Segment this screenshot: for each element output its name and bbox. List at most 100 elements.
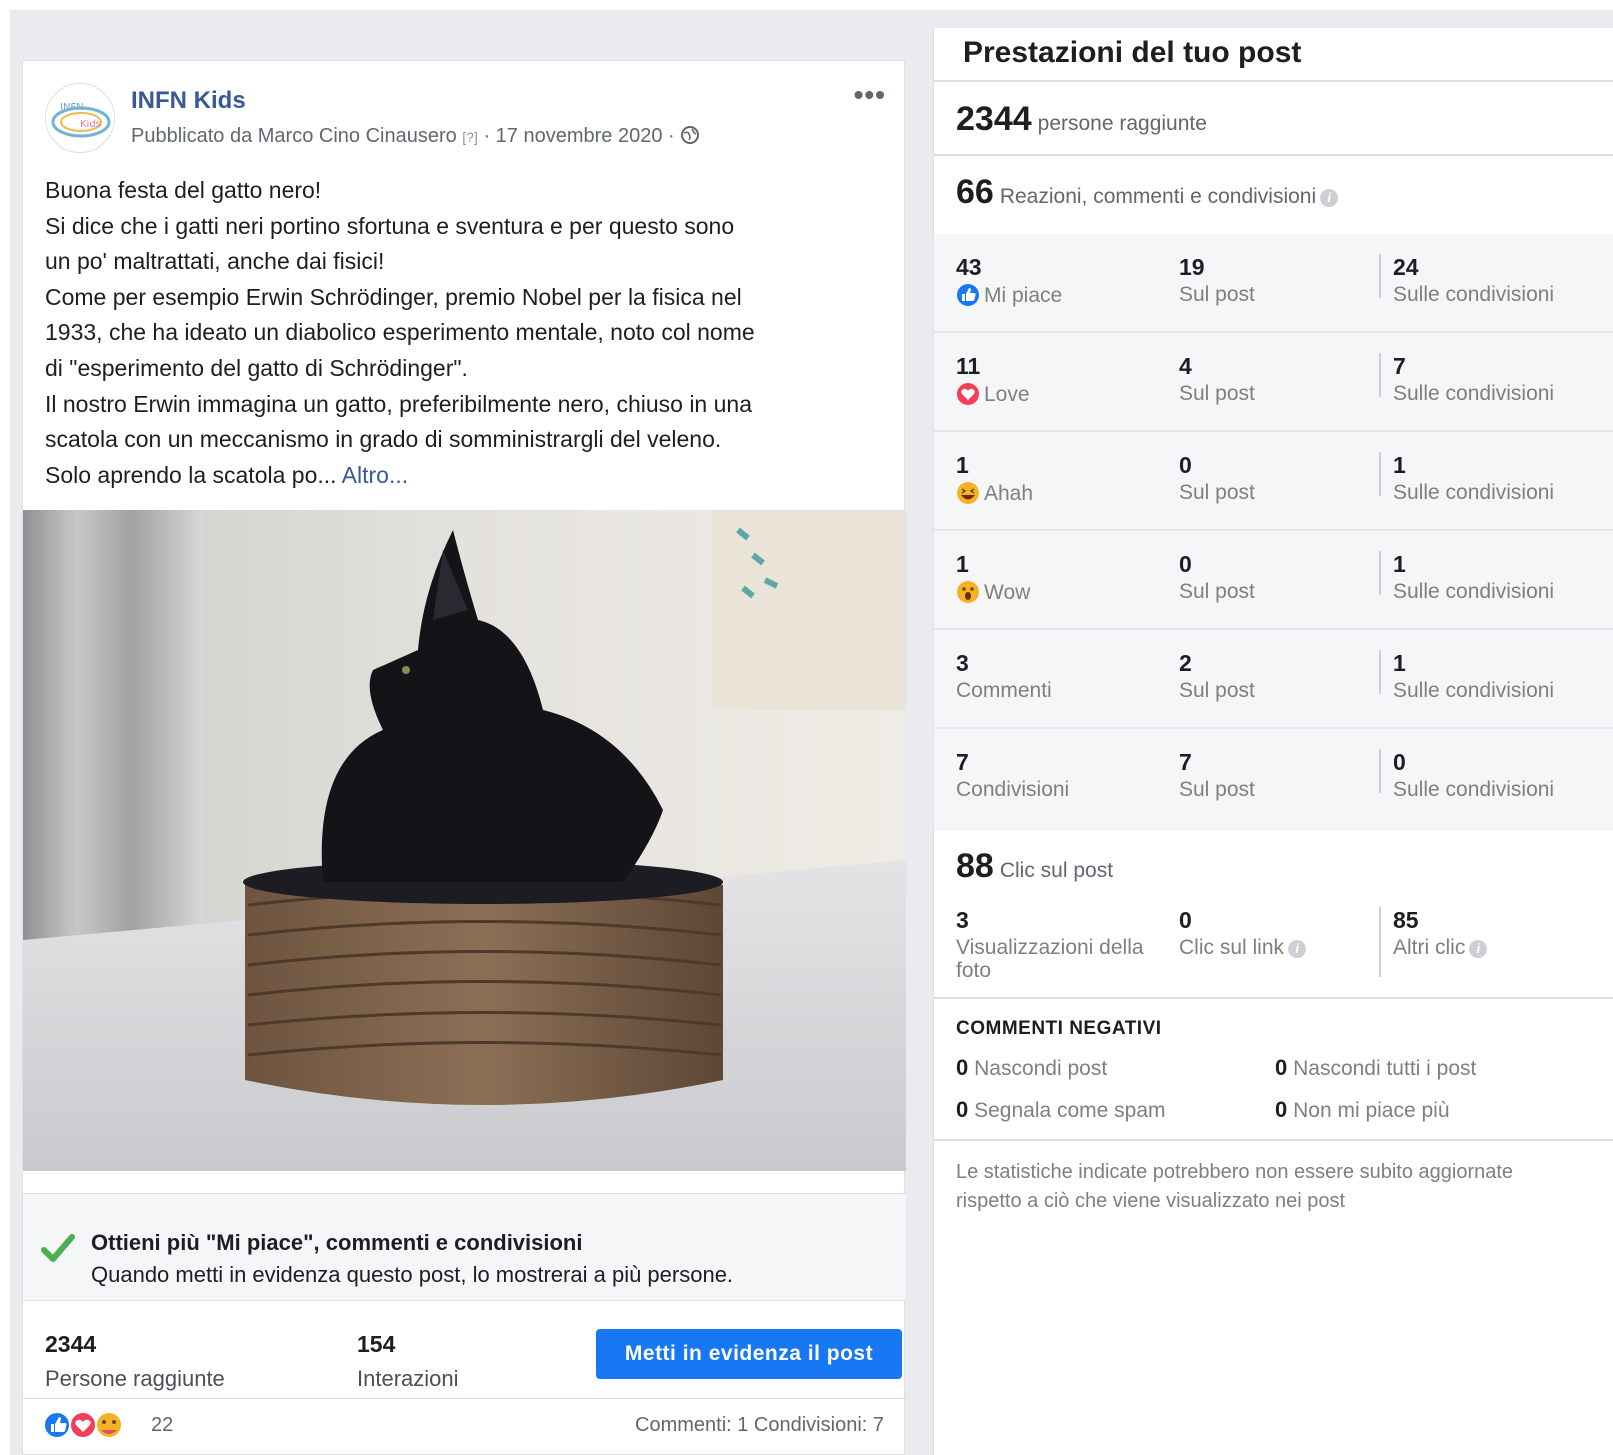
table-cell: 1 Sulle condivisioni [1379, 551, 1554, 603]
post-meta: Pubblicato da Marco Cino Cinausero [?] ·… [131, 125, 700, 148]
table-cell: 1 Sulle condivisioni [1379, 452, 1554, 504]
more-options-icon[interactable]: ••• [854, 81, 886, 109]
on-post-label: Sul post [1179, 778, 1255, 801]
link-clicks-value: 0 [1179, 907, 1192, 933]
other-clicks-label: Altri clic [1393, 936, 1466, 959]
table-cell: 0 Sul post [1179, 551, 1255, 604]
promo-title: Ottieni più "Mi piace", commenti e condi… [91, 1230, 583, 1255]
table-cell: 11 Love [956, 353, 1030, 407]
love-icon [957, 383, 979, 405]
post-date[interactable]: · 17 novembre 2020 · [483, 125, 674, 147]
divider [934, 154, 1613, 156]
on-post-label: Sul post [1179, 382, 1255, 405]
post-text-end: Solo aprendo la scatola po... [45, 461, 337, 488]
like-label: Mi piace [984, 284, 1063, 307]
hide-all-label: Nascondi tutti i post [1293, 1057, 1477, 1080]
black-cat-photo [23, 510, 906, 1171]
wow-label-cell: Wow [956, 580, 1030, 605]
info-icon[interactable]: i [1288, 940, 1307, 958]
other-clicks-label-cell: Altri clic i [1393, 936, 1488, 960]
comments-shares-count[interactable]: Commenti: 1 Condivisioni: 7 [635, 1414, 884, 1437]
clicks-summary: 88 Clic sul post [956, 847, 1113, 886]
svg-text:INFN: INFN [60, 102, 84, 113]
table-cell: 4 Sul post [1179, 353, 1255, 406]
table-row: 3 Commenti 2 Sul post 1 Sulle condivisio… [934, 630, 1613, 729]
spam-stat: 0 Segnala come spam [956, 1097, 1166, 1123]
other-clicks-stat: 85 Altri clic i [1379, 907, 1488, 977]
post-photo[interactable] [23, 510, 906, 1171]
wow-total: 1 [956, 551, 969, 577]
comments-on-shares: 1 [1393, 650, 1406, 676]
page-avatar[interactable]: INFN Kids [45, 83, 115, 153]
table-cell: 7 Condivisioni [956, 749, 1069, 802]
care-icon [95, 1411, 123, 1439]
divider [934, 1139, 1613, 1141]
other-clicks-value: 85 [1393, 907, 1419, 933]
post-text-line-last: Solo aprendo la scatola po... Altro... [45, 458, 885, 494]
love-label-cell: Love [956, 382, 1030, 407]
engagement-label: Reazioni, commenti e condivisioni [999, 185, 1317, 208]
post-text-line: di "esperimento del gatto di Schrödinger… [45, 354, 468, 381]
unlike-value: 0 [1275, 1097, 1288, 1122]
post-clicks-section: 88 Clic sul post 3 Visualizzazioni della f… [934, 831, 1613, 997]
spam-value: 0 [956, 1097, 969, 1122]
photo-views-label-line1: Visualizzazioni della [956, 936, 1144, 959]
reached-summary: 2344 persone raggiunte [956, 100, 1207, 139]
negative-feedback-title: COMMENTI NEGATIVI [956, 1018, 1162, 1039]
table-cell: 0 Sul post [1179, 452, 1255, 505]
promo-subtitle: Quando metti in evidenza questo post, lo… [91, 1262, 734, 1287]
table-row: 11 Love 4 Sul post 7 Sulle condivisioni [934, 333, 1613, 432]
table-cell: 0 Sulle condivisioni [1379, 749, 1554, 801]
haha-label: Ahah [984, 482, 1034, 505]
help-marker[interactable]: [?] [462, 129, 478, 145]
reached-value: 2344 [956, 100, 1032, 138]
post-text: Buona festa del gatto nero! Si dice che … [45, 173, 885, 493]
like-total: 43 [956, 254, 982, 280]
hide-post-stat: 0 Nascondi post [956, 1055, 1107, 1081]
haha-on-post: 0 [1179, 452, 1192, 478]
table-row: 43 Mi piace 19 Sul post 24 Sulle condivi… [934, 234, 1613, 333]
info-icon[interactable]: i [1320, 189, 1339, 207]
reaction-icons[interactable] [43, 1409, 133, 1441]
reach-stat: 2344 Persone raggiunte [45, 1331, 225, 1392]
photo-views-stat: 3 Visualizzazioni della foto [956, 907, 1144, 982]
engagement-summary: 66 Reazioni, commenti e condivisioni i [956, 173, 1339, 212]
panel-title: Prestazioni del tuo post [963, 36, 1302, 69]
table-cell: 19 Sul post [1179, 254, 1255, 307]
post-text-line: scatola con un meccanismo in grado di so… [45, 426, 722, 453]
link-clicks-stat: 0 Clic sul link i [1179, 907, 1307, 960]
table-row: 1 Ahah 0 Sul post 1 Sulle condivisioni [934, 432, 1613, 531]
clicks-label: Clic sul post [999, 859, 1114, 882]
on-post-label: Sul post [1179, 283, 1255, 306]
table-cell: 7 Sulle condivisioni [1379, 353, 1554, 405]
table-cell: 1 Sulle condivisioni [1379, 650, 1554, 702]
read-more-link[interactable]: Altro... [342, 462, 408, 488]
hide-all-value: 0 [1275, 1055, 1288, 1080]
like-on-post: 19 [1179, 254, 1205, 280]
author-text[interactable]: Pubblicato da Marco Cino Cinausero [131, 125, 457, 147]
post-text-line: Si dice che i gatti neri portino sfortun… [45, 212, 735, 239]
spam-label: Segnala come spam [974, 1099, 1166, 1122]
boost-post-button[interactable]: Metti in evidenza il post [596, 1329, 902, 1379]
on-shares-label: Sulle condivisioni [1393, 283, 1555, 306]
on-shares-label: Sulle condivisioni [1393, 679, 1555, 702]
comments-label: Commenti [956, 679, 1052, 702]
divider [934, 997, 1613, 999]
hide-post-value: 0 [956, 1055, 969, 1080]
love-on-post: 4 [1179, 353, 1192, 379]
interactions-label: Interazioni [357, 1366, 459, 1391]
infn-kids-logo-icon: INFN Kids [51, 102, 111, 138]
interactions-stat: 154 Interazioni [357, 1331, 459, 1392]
like-label-cell: Mi piace [956, 283, 1062, 308]
info-icon[interactable]: i [1469, 940, 1488, 958]
on-shares-label: Sulle condivisioni [1393, 481, 1555, 504]
on-shares-label: Sulle condivisioni [1393, 382, 1555, 405]
page-name-link[interactable]: INFN Kids [131, 87, 246, 115]
hide-post-label: Nascondi post [974, 1057, 1108, 1080]
reactions-count[interactable]: 22 [151, 1414, 173, 1437]
table-cell: 1 Wow [956, 551, 1030, 605]
comments-on-post: 2 [1179, 650, 1192, 676]
link-clicks-label-cell: Clic sul link i [1179, 936, 1307, 960]
table-row: 7 Condivisioni 7 Sul post 0 Sulle condiv… [934, 729, 1613, 828]
unlike-label: Non mi piace più [1293, 1099, 1450, 1122]
